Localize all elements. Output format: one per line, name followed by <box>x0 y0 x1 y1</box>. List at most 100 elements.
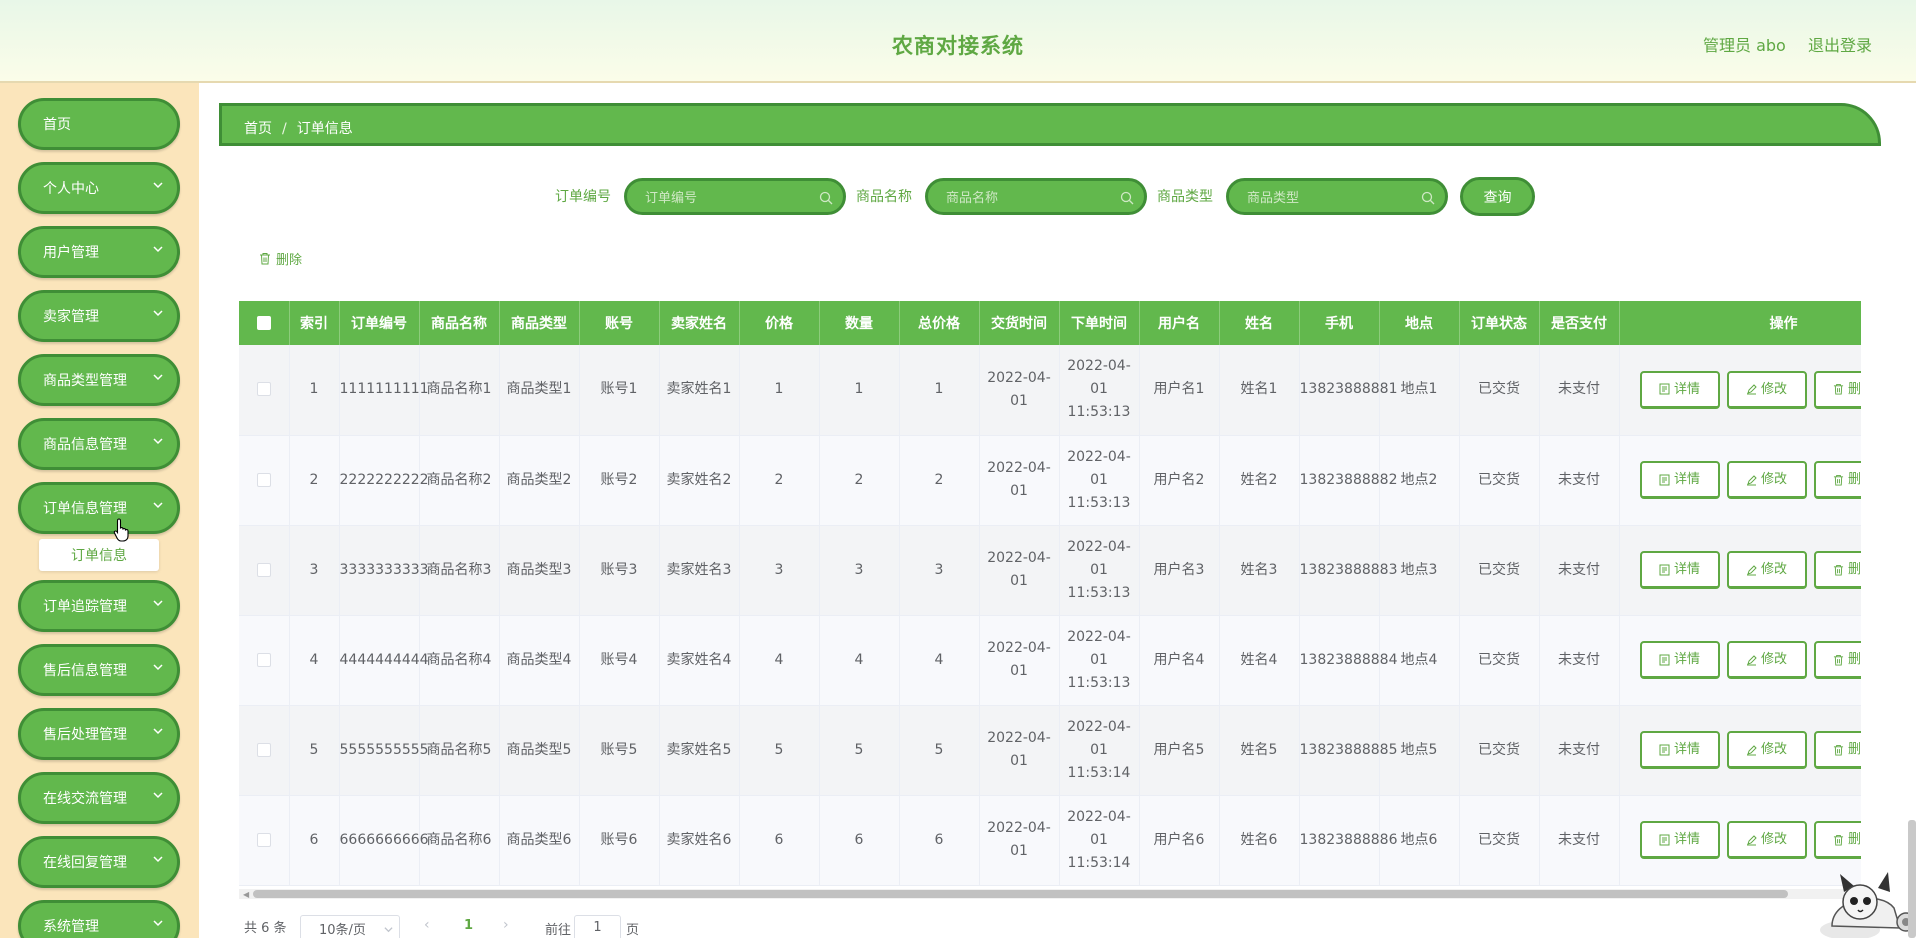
table-cell: 5 <box>899 705 980 796</box>
sidebar-item-after-sales-info-management[interactable]: 售后信息管理 <box>18 644 180 696</box>
product-type-input[interactable]: 商品类型 <box>1226 178 1448 215</box>
delete-button[interactable]: 删除 <box>1813 461 1861 499</box>
row-checkbox[interactable] <box>256 742 271 757</box>
column-header: 姓名 <box>1219 301 1300 345</box>
column-header: 账号 <box>579 301 660 345</box>
table-row[interactable]: 6 6666666666 商品名称6 商品类型6 账号6 卖家姓名6 6 6 6 2022-04-… <box>239 795 1861 886</box>
table-cell: 5 <box>819 705 900 796</box>
scroll-left-arrow-icon[interactable]: ◀ <box>243 890 249 899</box>
sidebar-item-after-sales-processing-management[interactable]: 售后处理管理 <box>18 708 180 760</box>
edit-button[interactable]: 修改 <box>1726 461 1807 499</box>
row-checkbox[interactable] <box>256 472 271 487</box>
row-checkbox[interactable] <box>256 382 271 397</box>
table-cell: 未支付 <box>1539 795 1620 886</box>
edit-button[interactable]: 修改 <box>1726 370 1807 409</box>
table-cell: 4444444444 <box>339 615 429 706</box>
edit-button[interactable]: 修改 <box>1726 641 1807 679</box>
detail-button[interactable]: 详情 <box>1639 461 1720 499</box>
delete-button[interactable]: 删除 <box>1813 551 1861 589</box>
page-size-value: 10条/页 <box>319 922 366 938</box>
detail-label: 详情 <box>1673 832 1700 847</box>
sidebar-item-product-info-management[interactable]: 商品信息管理 <box>18 418 180 470</box>
delete-button[interactable]: 删除 <box>1813 821 1861 859</box>
select-all-header[interactable] <box>239 301 290 345</box>
row-select-cell[interactable] <box>239 795 290 886</box>
delete-button[interactable]: 删除 <box>1813 641 1861 679</box>
table-row[interactable]: 4 4444444444 商品名称4 商品类型4 账号4 卖家姓名4 4 4 4 2022-04-… <box>239 615 1861 706</box>
prev-page-button[interactable]: ‹ <box>424 917 430 933</box>
sidebar-item-label: 订单信息管理 <box>43 501 127 517</box>
column-header: 卖家姓名 <box>659 301 740 345</box>
chevron-down-icon <box>153 792 163 799</box>
row-checkbox[interactable] <box>256 652 271 667</box>
sidebar-item-seller-management[interactable]: 卖家管理 <box>18 290 180 342</box>
table-row[interactable]: 2 2222222222 商品名称2 商品类型2 账号2 卖家姓名2 2 2 2 2022-04-… <box>239 435 1861 526</box>
horizontal-scrollbar[interactable]: ◀ <box>239 889 1861 899</box>
document-icon <box>1659 474 1670 485</box>
query-button[interactable]: 查询 <box>1460 177 1535 216</box>
actions-cell: 详情 修改 删除 <box>1619 435 1861 526</box>
sidebar-item-label: 售后信息管理 <box>43 663 127 679</box>
breadcrumb-home[interactable]: 首页 <box>244 121 272 137</box>
product-name-input[interactable]: 商品名称 <box>925 178 1147 215</box>
sidebar-item-label: 售后处理管理 <box>43 727 127 743</box>
goto-page-input[interactable]: 1 <box>574 915 621 938</box>
sidebar-item-personal-center[interactable]: 个人中心 <box>18 162 180 214</box>
table-cell: 未支付 <box>1539 705 1620 796</box>
row-select-cell[interactable] <box>239 525 290 616</box>
delete-button[interactable]: 删除 <box>1813 731 1861 769</box>
sidebar-item-product-type-management[interactable]: 商品类型管理 <box>18 354 180 406</box>
table-cell: 商品名称3 <box>419 525 500 616</box>
sidebar-item-online-chat-management[interactable]: 在线交流管理 <box>18 772 180 824</box>
next-page-button[interactable]: › <box>503 917 509 933</box>
detail-button[interactable]: 详情 <box>1639 370 1720 409</box>
detail-button[interactable]: 详情 <box>1639 821 1720 859</box>
edit-button[interactable]: 修改 <box>1726 551 1807 589</box>
search-icon <box>1120 191 1134 205</box>
table-row[interactable]: 5 5555555555 商品名称5 商品类型5 账号5 卖家姓名5 5 5 5 2022-04-… <box>239 705 1861 796</box>
select-all-checkbox[interactable] <box>256 316 271 330</box>
scrollbar-thumb[interactable] <box>253 890 1788 898</box>
row-select-cell[interactable] <box>239 615 290 706</box>
row-select-cell[interactable] <box>239 705 290 796</box>
vertical-scrollbar[interactable] <box>1908 820 1916 938</box>
table-cell: 13823888883 <box>1299 525 1397 616</box>
search-icon <box>819 191 833 205</box>
logout-link[interactable]: 退出登录 <box>1808 32 1872 56</box>
row-select-cell[interactable] <box>239 435 290 526</box>
sidebar-item-online-reply-management[interactable]: 在线回复管理 <box>18 836 180 888</box>
actions-cell: 详情 修改 删除 <box>1619 345 1861 436</box>
column-header: 索引 <box>289 301 340 345</box>
sidebar-item-home[interactable]: 首页 <box>18 98 180 150</box>
detail-button[interactable]: 详情 <box>1639 641 1720 679</box>
page-size-select[interactable]: 10条/页 <box>300 915 400 938</box>
delete-button[interactable]: 删除 <box>1813 370 1861 409</box>
table-row[interactable]: 1 1111111111 商品名称1 商品类型1 账号1 卖家姓名1 1 1 1 2022-04-… <box>239 345 1861 436</box>
chevron-down-icon <box>153 664 163 671</box>
table-cell: 1 <box>899 345 980 436</box>
submenu-item-order-info[interactable]: 订单信息 <box>39 539 159 571</box>
sidebar-item-order-tracking-management[interactable]: 订单追踪管理 <box>18 580 180 632</box>
table-cell: 2022-04-01 11:53:13 <box>1059 435 1140 526</box>
edit-button[interactable]: 修改 <box>1726 821 1807 859</box>
sidebar-item-user-management[interactable]: 用户管理 <box>18 226 180 278</box>
sidebar-item-order-info-management[interactable]: 订单信息管理 <box>18 482 180 534</box>
table-row[interactable]: 3 3333333333 商品名称3 商品类型3 账号3 卖家姓名3 3 3 3 2022-04-… <box>239 525 1861 616</box>
row-select-cell[interactable] <box>239 345 290 436</box>
actions-cell: 详情 修改 删除 <box>1619 525 1861 616</box>
row-checkbox[interactable] <box>256 832 271 847</box>
row-checkbox[interactable] <box>256 562 271 577</box>
hand-cursor-icon <box>113 518 129 542</box>
sidebar-item-system-management[interactable]: 系统管理 <box>18 900 180 938</box>
page-number-current[interactable]: 1 <box>464 918 473 933</box>
goto-label: 前往 <box>545 923 572 938</box>
edit-button[interactable]: 修改 <box>1726 731 1807 769</box>
detail-button[interactable]: 详情 <box>1639 731 1720 769</box>
column-header: 下单时间 <box>1059 301 1140 345</box>
document-icon <box>1659 654 1670 665</box>
detail-button[interactable]: 详情 <box>1639 551 1720 589</box>
column-header: 总价格 <box>899 301 980 345</box>
order-no-input[interactable]: 订单编号 <box>624 178 846 215</box>
table-cell: 4 <box>739 615 820 706</box>
batch-delete-button[interactable]: 删除 <box>259 249 302 268</box>
